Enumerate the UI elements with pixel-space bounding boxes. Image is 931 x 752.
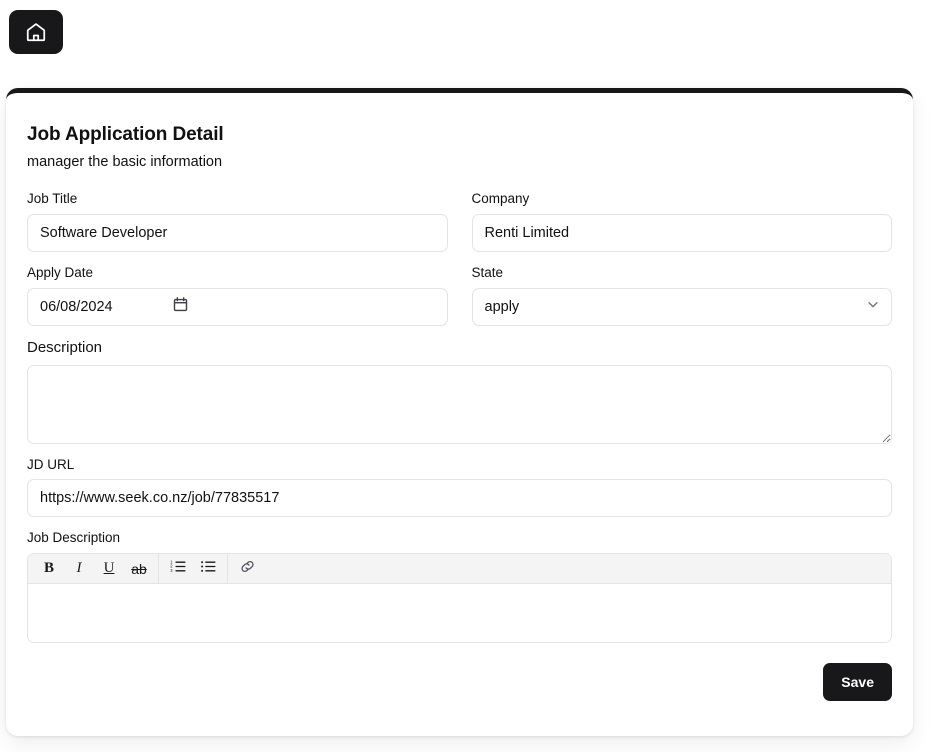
page-title: Job Application Detail [27, 124, 224, 145]
list-group: 1 2 3 [163, 554, 223, 584]
field-state: State apply [471, 264, 892, 326]
company-label: Company [471, 191, 530, 206]
form-row-2: Apply Date State apply [27, 265, 892, 326]
toolbar-separator-2 [227, 554, 228, 584]
text-format-group: B I U ab [34, 554, 154, 584]
topbar [0, 0, 931, 82]
state-label: State [471, 264, 504, 280]
italic-button[interactable]: I [64, 556, 94, 582]
field-job-description: Job Description B I U ab 1 2 3 [27, 530, 892, 644]
ordered-list-icon: 1 2 3 [170, 559, 186, 579]
svg-text:3: 3 [170, 568, 173, 573]
underline-button[interactable]: U [94, 556, 124, 582]
field-company: Company [471, 191, 892, 252]
home-button[interactable] [9, 10, 63, 54]
field-apply-date: Apply Date [27, 265, 448, 326]
apply-date-label: Apply Date [27, 264, 94, 280]
job-title-label: Job Title [27, 191, 78, 206]
toolbar-separator-1 [158, 554, 159, 584]
job-description-label: Job Description [27, 530, 121, 546]
description-label: Description [27, 338, 103, 356]
jd-url-input[interactable] [27, 479, 892, 518]
link-icon [239, 558, 256, 580]
state-select[interactable]: apply [471, 287, 892, 326]
form-row-1: Job Title Company [27, 191, 892, 252]
link-button[interactable] [232, 556, 262, 582]
job-application-card: Job Application Detail manager the basic… [6, 88, 913, 736]
unordered-list-icon [200, 559, 216, 579]
job-description-editor-body[interactable] [28, 584, 891, 643]
unordered-list-button[interactable] [193, 556, 223, 582]
field-job-title: Job Title [27, 191, 448, 252]
strikethrough-button[interactable]: ab [124, 556, 154, 582]
field-jd-url: JD URL [27, 457, 892, 518]
job-title-input[interactable] [27, 213, 448, 252]
apply-date-wrapper [27, 287, 448, 326]
jd-url-label: JD URL [27, 456, 75, 472]
form-footer: Save [27, 663, 892, 702]
editor-toolbar: B I U ab 1 2 3 [28, 554, 891, 585]
rich-text-editor: B I U ab 1 2 3 [27, 553, 892, 644]
job-application-form: Job Title Company Apply Date [27, 191, 892, 702]
link-group [232, 554, 262, 584]
home-icon [25, 21, 47, 43]
save-button[interactable]: Save [823, 663, 892, 702]
bold-button[interactable]: B [34, 556, 64, 582]
apply-date-input[interactable] [27, 287, 448, 326]
field-description: Description [27, 339, 892, 444]
page-subtitle: manager the basic information [27, 154, 223, 170]
description-textarea[interactable] [27, 364, 892, 444]
state-wrapper: apply [471, 287, 892, 326]
company-input[interactable] [471, 213, 892, 252]
ordered-list-button[interactable]: 1 2 3 [163, 556, 193, 582]
